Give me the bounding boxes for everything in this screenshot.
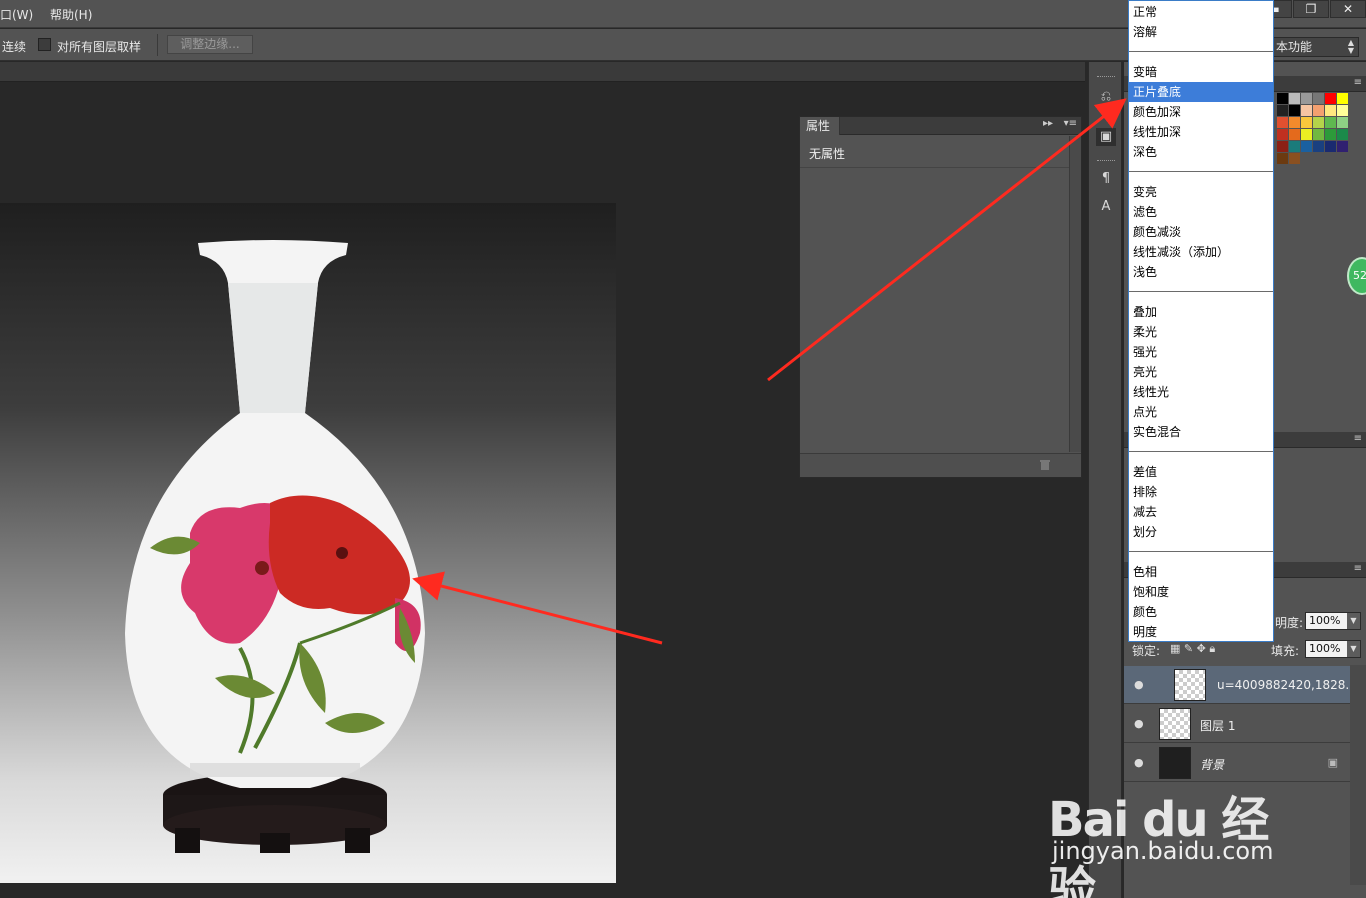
lock-icon: ▣: [1327, 756, 1338, 769]
lock-label: 锁定:: [1132, 644, 1161, 658]
chevron-down-icon[interactable]: ▼: [1347, 641, 1360, 657]
chevron-down-icon[interactable]: ▼: [1347, 613, 1360, 629]
workspace-value: 本功能: [1276, 40, 1313, 54]
blend-option-luminosity[interactable]: 明度: [1129, 622, 1273, 642]
eye-icon[interactable]: ●: [1134, 678, 1144, 691]
blend-option-saturation[interactable]: 饱和度: [1129, 582, 1273, 602]
blend-option-color-dodge[interactable]: 颜色减淡: [1129, 222, 1273, 242]
blend-option-screen[interactable]: 滤色: [1129, 202, 1273, 222]
close-button[interactable]: ✕: [1330, 0, 1366, 18]
blend-separator: [1129, 291, 1273, 292]
panel-menu-icon[interactable]: ≡: [1354, 77, 1362, 88]
properties-footer: [800, 453, 1081, 477]
layer-thumbnail: [1159, 747, 1191, 779]
options-divider: [157, 34, 158, 56]
eye-icon[interactable]: ●: [1134, 717, 1144, 730]
watermark-url: jingyan.baidu.com: [1052, 837, 1274, 865]
paragraph-icon[interactable]: ¶: [1096, 170, 1116, 188]
properties-tabstrip: 属性 ▸▸ ▾≡: [800, 117, 1081, 135]
sample-all-layers-label[interactable]: 对所有图层取样: [57, 38, 141, 55]
history-icon[interactable]: ⎌: [1096, 88, 1116, 106]
workspace-select[interactable]: 本功能 ▲ ▼: [1273, 37, 1359, 57]
no-properties-label: 无属性: [809, 147, 846, 161]
blend-option-lighten[interactable]: 变亮: [1129, 182, 1273, 202]
dock-grip[interactable]: [1097, 160, 1115, 163]
blend-option-subtract[interactable]: 减去: [1129, 502, 1273, 522]
panel-menu-icon[interactable]: ≡: [1354, 563, 1362, 574]
blend-option-exclusion[interactable]: 排除: [1129, 482, 1273, 502]
blend-option-soft-light[interactable]: 柔光: [1129, 322, 1273, 342]
opacity-field[interactable]: 100% ▼: [1305, 612, 1361, 630]
properties-icon[interactable]: ▣: [1096, 128, 1116, 146]
blend-option-vivid-light[interactable]: 亮光: [1129, 362, 1273, 382]
properties-tab[interactable]: 属性: [800, 117, 840, 135]
refine-edge-button[interactable]: 调整边缘...: [167, 35, 253, 54]
baidu-watermark: Bai du 经验 jingyan.baidu.com: [1048, 780, 1298, 898]
fill-label: 填充:: [1271, 644, 1300, 658]
blend-option-darker-color[interactable]: 深色: [1129, 142, 1273, 162]
blend-separator: [1129, 451, 1273, 452]
blend-option-dissolve[interactable]: 溶解: [1129, 22, 1273, 42]
layer-row[interactable]: ● 背景 ▣: [1124, 744, 1350, 782]
eye-icon[interactable]: ●: [1134, 756, 1144, 769]
document-image[interactable]: [0, 203, 616, 883]
panel-icon-dock: ⎌ ▣ ¶ A: [1088, 62, 1122, 898]
layer-thumbnail: [1174, 669, 1206, 701]
blend-separator: [1129, 51, 1273, 52]
layer-name[interactable]: 背景: [1200, 756, 1224, 773]
properties-divider: [800, 167, 1070, 168]
trash-icon[interactable]: [1039, 459, 1051, 471]
menu-help[interactable]: 帮助(H): [50, 6, 92, 23]
panel-menu-icon[interactable]: ≡: [1354, 433, 1362, 444]
properties-panel: 属性 ▸▸ ▾≡ 无属性: [799, 116, 1082, 478]
menu-window[interactable]: 口(W): [0, 6, 33, 23]
fill-field[interactable]: 100% ▼: [1305, 640, 1361, 658]
select-arrows-icon: ▲ ▼: [1347, 38, 1354, 55]
dock-grip[interactable]: [1097, 76, 1115, 79]
blend-option-pin-light[interactable]: 点光: [1129, 402, 1273, 422]
character-icon[interactable]: A: [1096, 198, 1116, 216]
fill-value: 100%: [1309, 642, 1341, 655]
layers-scrollbar[interactable]: [1350, 665, 1366, 885]
lock-pixels-icon[interactable]: ▦ ✎ ✥ 🔒︎: [1170, 642, 1215, 656]
blend-option-normal[interactable]: 正常: [1129, 2, 1273, 22]
blend-mode-dropdown[interactable]: 正常 溶解 变暗 正片叠底 颜色加深 线性加深 深色 变亮 滤色 颜色减淡 线性…: [1128, 0, 1274, 642]
blend-separator: [1129, 551, 1273, 552]
blend-option-color-burn[interactable]: 颜色加深: [1129, 102, 1273, 122]
vase-illustration: [125, 240, 425, 853]
blend-option-linear-burn[interactable]: 线性加深: [1129, 122, 1273, 142]
layer-name[interactable]: 图层 1: [1200, 717, 1235, 734]
layer-row[interactable]: ● 图层 1: [1124, 705, 1350, 743]
opacity-label: 明度:: [1275, 616, 1304, 630]
document-tab-bar: [0, 62, 1085, 82]
contiguous-label[interactable]: 连续: [2, 38, 26, 55]
opacity-value: 100%: [1309, 614, 1341, 627]
properties-scrollbar[interactable]: [1069, 136, 1081, 452]
blend-option-lighter-color[interactable]: 浅色: [1129, 262, 1273, 282]
blend-option-color[interactable]: 颜色: [1129, 602, 1273, 622]
blend-option-linear-dodge[interactable]: 线性减淡（添加）: [1129, 242, 1273, 262]
blend-option-overlay[interactable]: 叠加: [1129, 302, 1273, 322]
layer-thumbnail: [1159, 708, 1191, 740]
blend-option-hue[interactable]: 色相: [1129, 562, 1273, 582]
blend-option-difference[interactable]: 差值: [1129, 462, 1273, 482]
blend-option-multiply[interactable]: 正片叠底: [1129, 82, 1273, 102]
sample-all-layers-checkbox[interactable]: [38, 38, 51, 51]
blend-option-hard-mix[interactable]: 实色混合: [1129, 422, 1273, 442]
blend-option-linear-light[interactable]: 线性光: [1129, 382, 1273, 402]
blend-option-darken[interactable]: 变暗: [1129, 62, 1273, 82]
restore-button[interactable]: ❐: [1293, 0, 1329, 18]
collapse-panel-icon[interactable]: ▸▸: [1043, 118, 1053, 129]
blend-option-hard-light[interactable]: 强光: [1129, 342, 1273, 362]
blend-option-divide[interactable]: 划分: [1129, 522, 1273, 542]
layer-name[interactable]: u=4009882420,1828...: [1217, 678, 1357, 692]
blend-separator: [1129, 171, 1273, 172]
panel-menu-icon[interactable]: ▾≡: [1064, 118, 1077, 129]
layer-row[interactable]: ● u=4009882420,1828...: [1124, 666, 1357, 704]
